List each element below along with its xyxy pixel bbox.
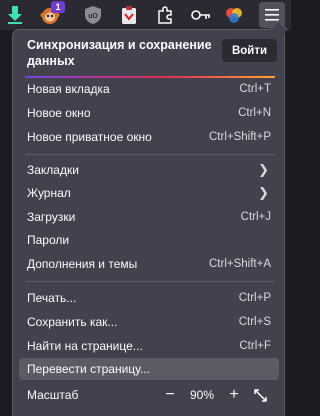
color-circles-icon[interactable] — [221, 2, 247, 28]
menu-item-passwords[interactable]: Пароли — [19, 229, 279, 251]
menu-item-translate-page[interactable]: Перевести страницу... — [19, 358, 279, 380]
menu-item-addons-themes[interactable]: Дополнения и темы Ctrl+Shift+A — [19, 253, 279, 275]
menu-item-history[interactable]: Журнал ❯ — [19, 182, 279, 204]
sync-title: Синхронизация и сохранение данных — [27, 38, 212, 68]
menu-separator — [25, 154, 275, 155]
menu-separator — [25, 281, 275, 282]
download-arrow-icon[interactable] — [2, 2, 28, 28]
fullscreen-icon[interactable] — [249, 384, 271, 406]
chevron-right-icon: ❯ — [258, 162, 269, 177]
menu-item-shortcut: Ctrl+F — [239, 340, 271, 352]
key-icon[interactable] — [188, 2, 214, 28]
menu-item-bookmarks[interactable]: Закладки ❯ — [19, 159, 279, 181]
menu-item-shortcut: Ctrl+T — [239, 83, 271, 95]
menu-item-label: Перевести страницу... — [27, 362, 150, 376]
extensions-puzzle-icon[interactable] — [152, 2, 178, 28]
zoom-reset-value[interactable]: 90% — [181, 388, 223, 402]
menu-item-label: Печать... — [27, 291, 77, 305]
menu-item-shortcut: Ctrl+S — [238, 316, 271, 328]
zoom-in-button[interactable]: + — [223, 384, 245, 406]
menu-item-label: Найти на странице... — [27, 339, 143, 353]
menu-item-new-tab[interactable]: Новая вкладка Ctrl+T — [19, 78, 279, 100]
menu-item-label: Новое приватное окно — [27, 130, 152, 144]
menu-item-shortcut: Ctrl+J — [240, 211, 271, 223]
menu-item-shortcut: Ctrl+Shift+A — [209, 258, 271, 270]
menu-item-shortcut: Ctrl+Shift+P — [209, 131, 271, 143]
zoom-out-button[interactable]: − — [159, 384, 181, 406]
menu-item-shortcut: Ctrl+P — [238, 292, 271, 304]
menu-item-new-private-window[interactable]: Новое приватное окно Ctrl+Shift+P — [19, 126, 279, 148]
chevron-right-icon: ❯ — [258, 185, 269, 200]
menu-item-label: Новая вкладка — [27, 82, 110, 96]
menu-item-find-in-page[interactable]: Найти на странице... Ctrl+F — [19, 335, 279, 357]
menu-item-new-window[interactable]: Новое окно Ctrl+N — [19, 102, 279, 124]
app-menu-panel: Синхронизация и сохранение данных Войти … — [12, 20, 288, 416]
menu-item-shortcut: Ctrl+N — [238, 107, 271, 119]
browser-toolbar: 1 uO — [0, 0, 291, 30]
signin-button[interactable]: Войти — [222, 39, 277, 62]
ublock-label: uO — [88, 13, 98, 20]
menu-item-label: Журнал — [27, 186, 71, 200]
menu-item-label: Новое окно — [27, 106, 91, 120]
sync-section: Синхронизация и сохранение данных Войти — [13, 30, 284, 76]
menu-item-print[interactable]: Печать... Ctrl+P — [19, 287, 279, 309]
clipboard-icon[interactable] — [116, 2, 142, 28]
zoom-label: Масштаб — [27, 388, 79, 402]
zoom-controls: − 90% + — [159, 384, 271, 406]
menu-item-label: Дополнения и темы — [27, 257, 138, 271]
zoom-row: Масштаб − 90% + — [19, 383, 279, 407]
menu-item-label: Загрузки — [27, 210, 76, 224]
extension-monkey-icon[interactable]: 1 — [37, 1, 65, 28]
ublock-shield-icon[interactable]: uO — [80, 2, 106, 28]
menu-item-save-as[interactable]: Сохранить как... Ctrl+S — [19, 311, 279, 333]
menu-item-downloads[interactable]: Загрузки Ctrl+J — [19, 206, 279, 228]
extension-badge: 1 — [51, 1, 65, 13]
menu-item-label: Пароли — [27, 233, 70, 247]
menu-item-label: Закладки — [27, 163, 79, 177]
menu-item-label: Сохранить как... — [27, 315, 118, 329]
